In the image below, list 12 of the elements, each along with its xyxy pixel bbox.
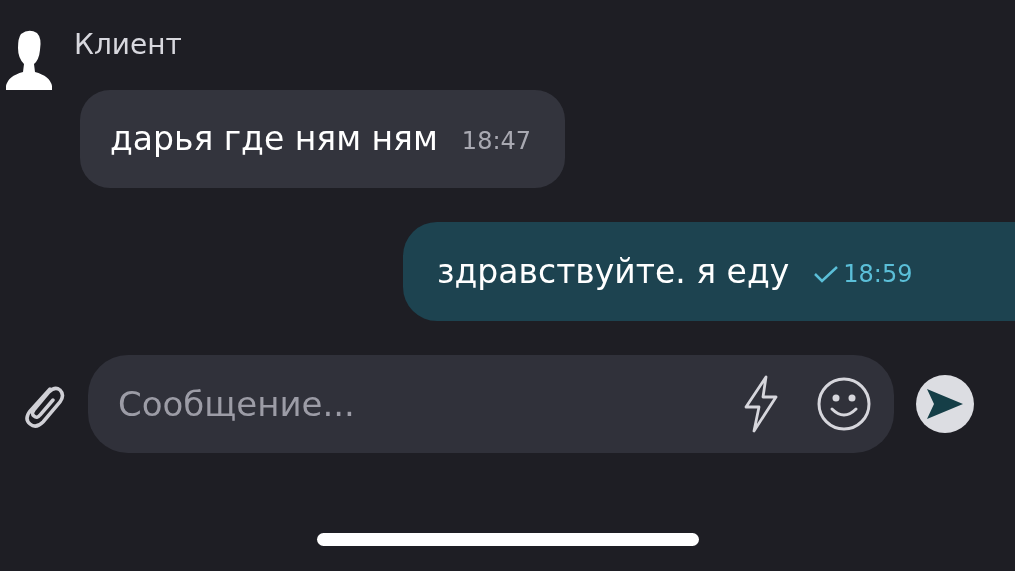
- sender-name: Клиент: [74, 27, 182, 63]
- message-input[interactable]: Сообщение...: [118, 378, 742, 430]
- message-text: дарья где ням ням: [110, 118, 438, 161]
- send-icon: [925, 387, 965, 421]
- send-button[interactable]: [916, 375, 974, 433]
- message-text: здравствуйте. я еду: [437, 250, 790, 293]
- message-time: 18:59: [843, 258, 913, 290]
- avatar-icon: [4, 28, 54, 90]
- emoji-icon[interactable]: [816, 376, 872, 432]
- lightning-icon[interactable]: [742, 375, 780, 433]
- message-time: 18:47: [461, 126, 532, 157]
- message-field[interactable]: Сообщение...: [88, 355, 894, 453]
